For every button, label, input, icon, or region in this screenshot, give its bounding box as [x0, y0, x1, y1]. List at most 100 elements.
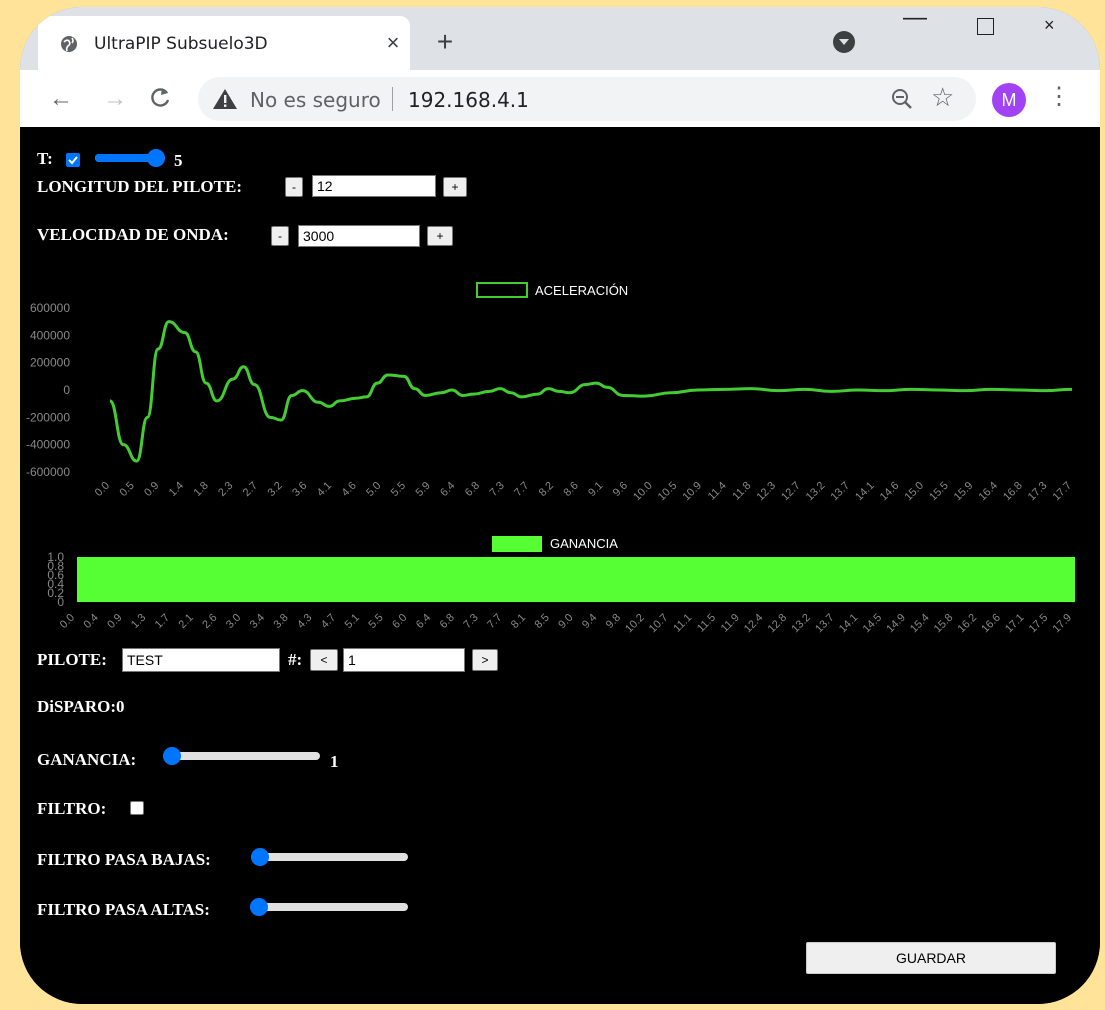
pasa-bajas-slider[interactable]	[251, 848, 408, 866]
x-tick-label: 16.6	[979, 612, 1003, 634]
x-tick-label: 12.7	[779, 480, 803, 504]
x-tick-label: 5.5	[389, 480, 408, 499]
x-tick-label: 4.1	[315, 480, 334, 499]
x-tick-label: 17.5	[1027, 612, 1051, 634]
x-tick-label: 12.3	[754, 480, 778, 504]
ganancia-bar	[77, 557, 1075, 602]
x-tick-label: 3.6	[290, 480, 309, 499]
longitud-input[interactable]: 12	[312, 175, 436, 197]
ganancia-slider[interactable]	[163, 747, 320, 765]
x-tick-label: 2.6	[200, 612, 219, 631]
x-tick-label: 10.0	[631, 480, 655, 504]
menu-icon[interactable]: ⋮	[1044, 82, 1074, 111]
x-tick-label: 17.7	[1050, 480, 1074, 504]
tab-search-icon[interactable]	[833, 31, 855, 53]
velocidad-plus-button[interactable]: +	[427, 226, 453, 246]
x-tick-label: 3.0	[224, 612, 243, 631]
x-tick-label: 11.5	[695, 612, 718, 634]
velocidad-minus-button[interactable]: -	[271, 226, 289, 246]
x-tick-label: 14.5	[861, 612, 885, 634]
longitud-plus-button[interactable]: +	[443, 177, 467, 197]
x-tick-label: 9.6	[611, 480, 630, 499]
pasa-altas-slider-thumb[interactable]	[250, 898, 268, 916]
aceleracion-legend[interactable]: ACELERACIÓN	[476, 282, 628, 298]
x-tick-label: 3.4	[248, 612, 267, 631]
x-tick-label: 14.1	[837, 612, 861, 634]
x-tick-label: 14.6	[878, 480, 902, 504]
y-tick-label: -200000	[26, 410, 70, 424]
x-tick-label: 6.4	[438, 480, 457, 499]
close-window-button[interactable]: ×	[1044, 15, 1055, 36]
pilote-label: PILOTE:	[37, 650, 107, 669]
x-tick-label: 5.1	[343, 612, 362, 631]
tab-title: UltraPIP Subsuelo3D	[94, 34, 268, 54]
t-slider[interactable]	[95, 149, 165, 167]
profile-avatar[interactable]: M	[992, 83, 1026, 117]
y-tick-label: 0	[63, 383, 70, 397]
guardar-button[interactable]: GUARDAR	[806, 942, 1056, 974]
browser-window: UltraPIP Subsuelo3D × + — × ← → No es se…	[20, 7, 1100, 1004]
y-tick-label: 200000	[30, 356, 70, 370]
ganancia-slider-thumb[interactable]	[163, 747, 181, 765]
x-tick-label: 12.4	[742, 612, 766, 634]
forward-arrow-icon[interactable]: →	[100, 84, 130, 114]
tab-close-icon[interactable]: ×	[378, 28, 408, 58]
next-pilote-button[interactable]: >	[472, 649, 498, 671]
pilote-input[interactable]: TEST	[122, 648, 280, 672]
browser-chrome: UltraPIP Subsuelo3D × + — × ← → No es se…	[20, 7, 1100, 127]
reload-icon[interactable]	[147, 85, 173, 111]
x-tick-label: 10.2	[623, 612, 647, 634]
ganancia-legend[interactable]: GANANCIA	[492, 536, 618, 552]
pasa-bajas-label: FILTRO PASA BAJAS:	[37, 850, 211, 869]
zoom-out-icon[interactable]	[888, 85, 916, 113]
url-text[interactable]: 192.168.4.1	[408, 88, 529, 112]
address-bar[interactable]: No es seguro 192.168.4.1 ☆	[198, 77, 976, 121]
x-tick-label: 7.3	[461, 612, 480, 631]
t-checkbox[interactable]	[66, 153, 80, 167]
pasa-altas-label: FILTRO PASA ALTAS:	[37, 900, 210, 919]
globe-icon	[61, 36, 77, 52]
x-tick-label: 9.4	[580, 612, 599, 631]
ganancia-value: 1	[330, 752, 339, 771]
new-tab-button[interactable]: +	[430, 27, 460, 57]
minimize-button[interactable]: —	[900, 7, 930, 33]
back-arrow-icon[interactable]: ←	[46, 84, 76, 114]
bookmark-star-icon[interactable]: ☆	[931, 82, 954, 113]
x-tick-label: 8.2	[537, 480, 556, 499]
x-tick-label: 17.1	[1003, 612, 1027, 634]
ganancia-chart: GANANCIA 1.00.80.60.40.20 0.0 0.4 0.9 1.3 1.…	[47, 536, 1075, 634]
pasa-bajas-slider-thumb[interactable]	[251, 848, 269, 866]
maximize-button[interactable]	[977, 18, 994, 35]
x-tick-label: 8.5	[533, 612, 552, 631]
tab-ultrapip[interactable]: UltraPIP Subsuelo3D ×	[38, 16, 410, 70]
x-tick-label: 15.5	[927, 480, 951, 504]
x-tick-label: 4.7	[319, 612, 338, 631]
x-tick-label: 13.7	[828, 480, 852, 504]
security-label[interactable]: No es seguro	[250, 88, 381, 112]
ganancia-label: GANANCIA:	[37, 750, 137, 769]
x-tick-label: 8.6	[561, 480, 580, 499]
longitud-minus-button[interactable]: -	[285, 177, 303, 197]
aceleracion-chart: ACELERACIÓN 600000 400000 200000 0 -200000 -4…	[26, 282, 1074, 504]
browser-toolbar: ← → No es seguro 192.168.4.1 ☆ M ⋮	[20, 70, 1100, 127]
x-tick-label: 0.0	[93, 480, 112, 499]
x-tick-label: 9.1	[586, 480, 605, 499]
x-tick-label: 3.8	[271, 612, 290, 631]
filtro-checkbox[interactable]	[130, 801, 144, 815]
t-slider-thumb[interactable]	[147, 149, 165, 167]
y-tick-label: -400000	[26, 438, 70, 452]
x-tick-label: 10.7	[647, 612, 671, 634]
x-tick-label: 12.8	[766, 612, 790, 634]
x-tick-label: 1.4	[167, 480, 186, 499]
pasa-altas-slider[interactable]	[250, 898, 408, 916]
x-tick-label: 11.8	[730, 480, 753, 503]
x-tick-label: 7.7	[512, 480, 531, 499]
y-tick-label: 0	[57, 595, 64, 609]
velocidad-input[interactable]: 3000	[298, 225, 420, 247]
x-tick-label: 11.4	[706, 480, 729, 503]
x-tick-label: 9.8	[604, 612, 623, 631]
warning-icon[interactable]	[212, 87, 238, 111]
y-tick-label: -600000	[26, 465, 70, 479]
pilote-number-input[interactable]: 1	[343, 648, 465, 672]
prev-pilote-button[interactable]: <	[310, 649, 338, 671]
